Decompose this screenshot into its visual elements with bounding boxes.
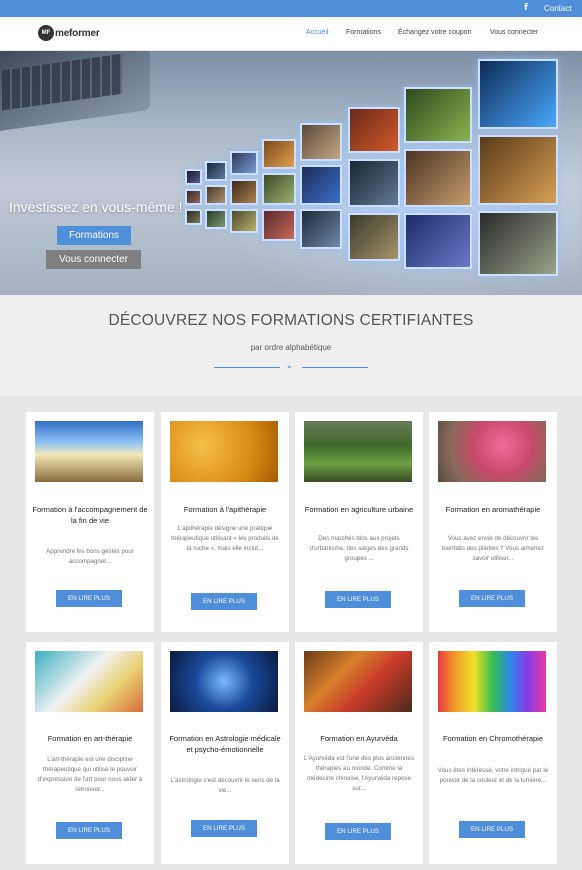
card-title: Formation à l'accompagnement de la fin d… bbox=[32, 505, 148, 525]
section-subtitle: par ordre alphabétique bbox=[250, 343, 332, 352]
course-card[interactable]: Formation en agriculture urbaine Des mar… bbox=[295, 412, 423, 632]
hero-tile bbox=[478, 135, 558, 205]
course-card[interactable]: Formation en aromathérapie Vous avez env… bbox=[429, 412, 557, 632]
hero-banner: Investissez en vous-même ! Formations Vo… bbox=[0, 51, 582, 295]
read-more-button[interactable]: EN LIRE PLUS bbox=[459, 590, 525, 607]
read-more-button[interactable]: EN LIRE PLUS bbox=[325, 591, 391, 608]
course-card[interactable]: Formation à l'apithérapie L'apithérapie … bbox=[161, 412, 289, 632]
card-desc: L'apithérapie désigne une pratique théra… bbox=[171, 525, 279, 552]
hero-tile bbox=[262, 173, 296, 205]
card-title: Formation en art-thérapie bbox=[47, 734, 133, 743]
hero-tile bbox=[300, 123, 342, 161]
facebook-icon[interactable]: f bbox=[524, 3, 528, 13]
contact-link[interactable]: Contact bbox=[544, 4, 572, 13]
read-more-button[interactable]: EN LIRE PLUS bbox=[325, 823, 391, 840]
card-title: Formation à l'apithérapie bbox=[183, 505, 267, 514]
card-desc: Vous avez envie de découvrir les bienfai… bbox=[441, 535, 545, 562]
hero-tile bbox=[230, 209, 258, 233]
hero-tile bbox=[478, 59, 558, 129]
nav-formations[interactable]: Formations bbox=[346, 29, 381, 36]
card-image bbox=[35, 421, 143, 482]
nav-accueil[interactable]: Accueil bbox=[306, 29, 329, 36]
course-card[interactable]: Formation à l'accompagnement de la fin d… bbox=[26, 412, 154, 632]
laptop-image bbox=[0, 51, 150, 133]
hero-tile bbox=[404, 213, 472, 269]
divider-left bbox=[214, 367, 280, 368]
read-more-button[interactable]: EN LIRE PLUS bbox=[459, 821, 525, 838]
nav-coupon[interactable]: Échangez votre coupon bbox=[398, 29, 472, 36]
card-desc: Des marchés bios aux projets d'urbanisme… bbox=[309, 535, 409, 562]
hero-tile bbox=[205, 185, 227, 205]
logo-icon: MF bbox=[38, 25, 54, 41]
read-more-button[interactable]: EN LIRE PLUS bbox=[191, 820, 257, 837]
logo-text: meformer bbox=[55, 27, 100, 39]
card-desc: Apprendre les bons gestes pour accompagn… bbox=[46, 548, 134, 565]
hero-tile bbox=[404, 149, 472, 207]
nav-connect[interactable]: Vous connecter bbox=[490, 29, 538, 36]
hero-tile bbox=[185, 189, 202, 205]
divider-right bbox=[302, 367, 368, 368]
card-title: Formation en aromathérapie bbox=[445, 505, 541, 514]
card-desc: L'Ayurvéda est l'une des plus anciennes … bbox=[304, 755, 414, 792]
card-title: Formation en Chromothérapie bbox=[442, 734, 544, 743]
hero-tile bbox=[262, 209, 296, 241]
course-card[interactable]: Formation en art-thérapie L'art-thérapie… bbox=[26, 642, 154, 864]
hero-tile bbox=[404, 87, 472, 143]
hero-tile bbox=[205, 161, 227, 181]
card-desc: Vous êtes intéressé, votre intrigué par … bbox=[437, 767, 549, 784]
hero-title: Investissez en vous-même ! bbox=[9, 199, 183, 215]
card-image bbox=[304, 421, 412, 482]
formations-button[interactable]: Formations bbox=[57, 226, 131, 245]
card-title: Formation en Ayurvéda bbox=[320, 734, 398, 743]
hero-tile bbox=[300, 165, 342, 205]
site-header: MF meformer Accueil Formations Échangez … bbox=[0, 17, 582, 51]
card-image bbox=[35, 651, 143, 712]
hero-tile bbox=[478, 211, 558, 276]
card-desc: L'art-thérapie est une discipline thérap… bbox=[37, 756, 143, 793]
hero-tile bbox=[300, 209, 342, 249]
connect-button[interactable]: Vous connecter bbox=[46, 250, 141, 269]
card-desc: L'astrologie c'est découvrir le sens de … bbox=[170, 777, 280, 794]
card-image bbox=[438, 651, 546, 712]
hero-tile bbox=[348, 213, 400, 261]
card-image bbox=[170, 421, 278, 482]
card-image bbox=[170, 651, 278, 712]
hero-tile bbox=[348, 107, 400, 153]
chevron-down-icon: ⌄ bbox=[286, 361, 293, 370]
top-bar: f Contact bbox=[0, 0, 582, 17]
section-title: DÉCOUVREZ NOS FORMATIONS CERTIFIANTES bbox=[108, 312, 474, 329]
card-title: Formation en Astrologie médicale et psyc… bbox=[169, 734, 281, 754]
card-image bbox=[304, 651, 412, 712]
hero-tile bbox=[185, 169, 202, 185]
hero-tile bbox=[230, 151, 258, 175]
logo[interactable]: MF meformer bbox=[38, 25, 100, 41]
hero-tile bbox=[262, 139, 296, 169]
read-more-button[interactable]: EN LIRE PLUS bbox=[191, 593, 257, 610]
course-card[interactable]: Formation en Astrologie médicale et psyc… bbox=[161, 642, 289, 864]
course-card[interactable]: Formation en Chromothérapie Vous êtes in… bbox=[429, 642, 557, 864]
hero-tile bbox=[205, 209, 227, 229]
card-image bbox=[438, 421, 546, 482]
hero-tile bbox=[230, 179, 258, 205]
course-card[interactable]: Formation en Ayurvéda L'Ayurvéda est l'u… bbox=[295, 642, 423, 864]
hero-tile bbox=[348, 159, 400, 207]
read-more-button[interactable]: EN LIRE PLUS bbox=[56, 590, 122, 607]
card-title: Formation en agriculture urbaine bbox=[304, 505, 414, 514]
read-more-button[interactable]: EN LIRE PLUS bbox=[56, 822, 122, 839]
hero-tile bbox=[185, 209, 202, 225]
